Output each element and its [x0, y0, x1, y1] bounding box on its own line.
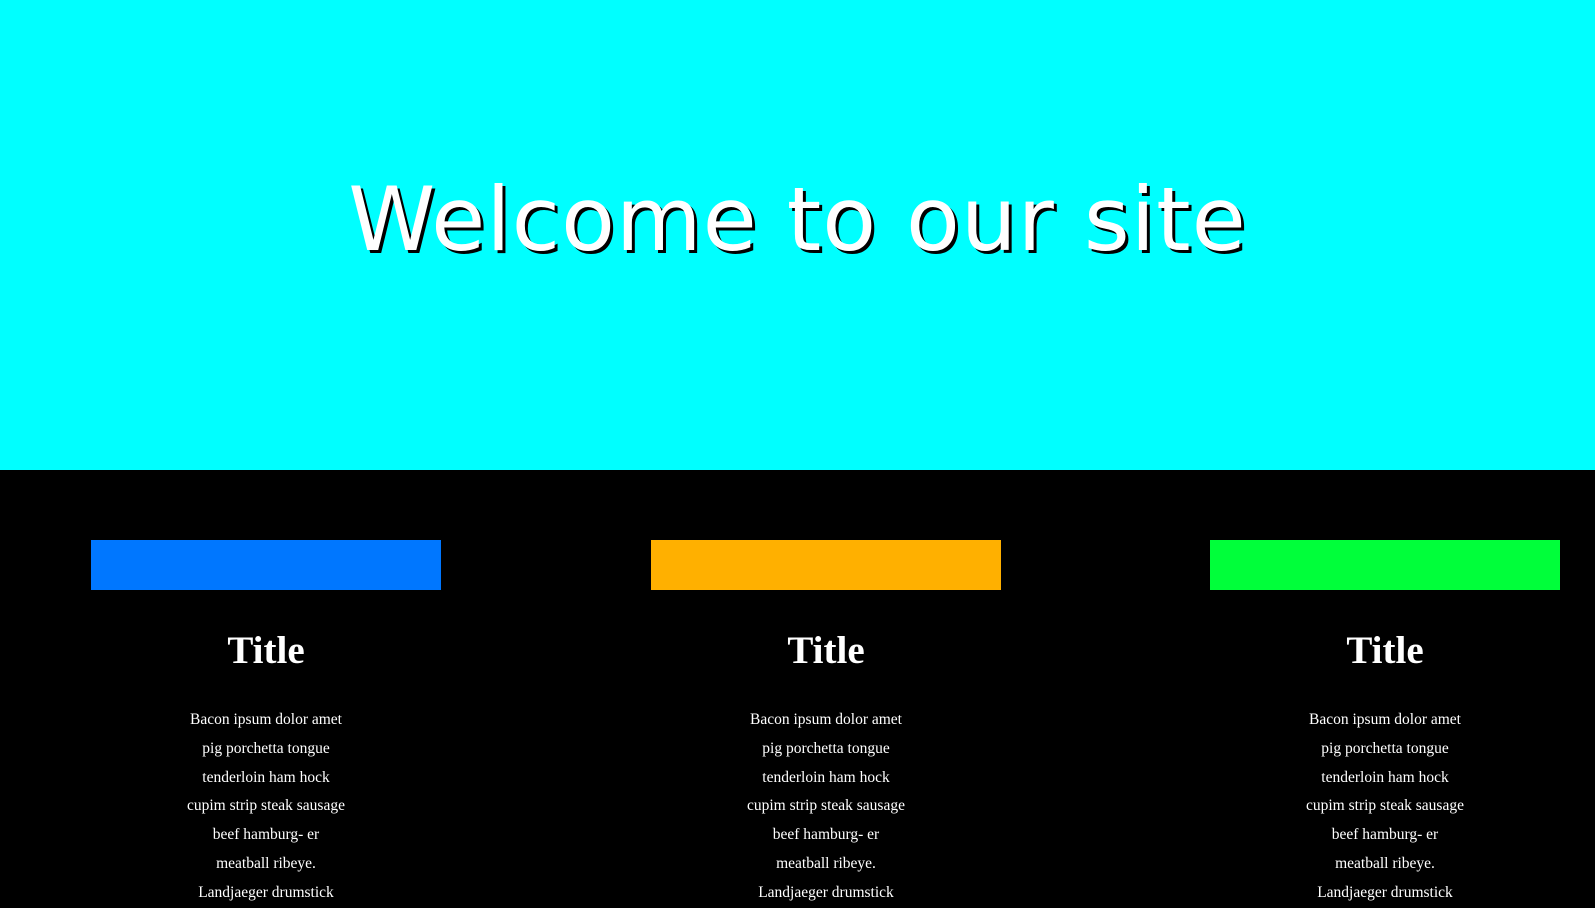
card-accent-bar [91, 540, 441, 590]
feature-card-3: Title Bacon ipsum dolor amet pig porchet… [1210, 540, 1560, 908]
card-accent-bar [651, 540, 1001, 590]
card-text: Bacon ipsum dolor amet pig porchetta ton… [1306, 711, 1464, 901]
hero-title: Welcome to our site [348, 168, 1247, 271]
card-title: Title [787, 629, 865, 672]
card-text: Bacon ipsum dolor amet pig porchetta ton… [187, 711, 345, 901]
cards-section: Title Bacon ipsum dolor amet pig porchet… [0, 470, 1595, 906]
feature-card-1: Title Bacon ipsum dolor amet pig porchet… [91, 540, 441, 908]
card-title: Title [1346, 629, 1424, 672]
hero-banner: Welcome to our site [0, 0, 1595, 470]
card-title: Title [227, 629, 305, 672]
card-accent-bar [1210, 540, 1560, 590]
card-text: Bacon ipsum dolor amet pig porchetta ton… [747, 711, 905, 901]
feature-card-2: Title Bacon ipsum dolor amet pig porchet… [651, 540, 1001, 908]
